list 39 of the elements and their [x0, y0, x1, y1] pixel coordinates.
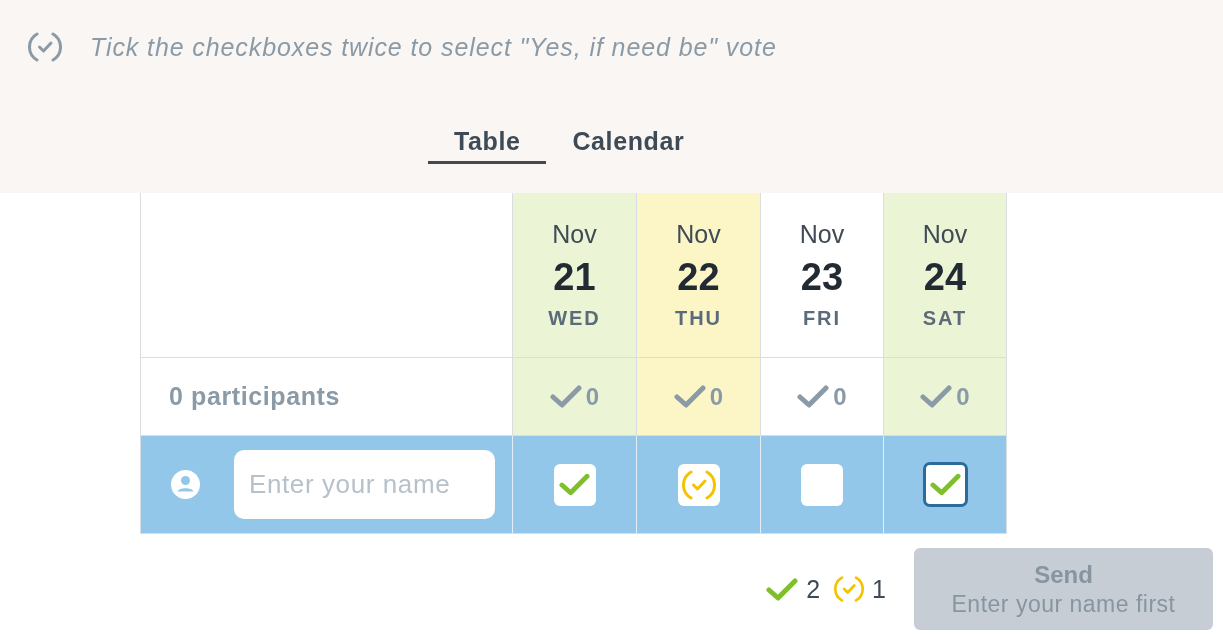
parenthesized-check-icon	[834, 574, 865, 604]
month-label: Nov	[922, 219, 968, 249]
day-number: 22	[677, 255, 720, 299]
vote-checkbox[interactable]	[922, 462, 968, 507]
name-field[interactable]: Enter your name	[234, 450, 495, 519]
hint-text: Tick the checkboxes twice to select "Yes, if need be" vote	[90, 32, 777, 62]
day-number: 21	[553, 255, 596, 299]
vote-checkbox[interactable]	[553, 463, 596, 506]
check-icon	[797, 385, 830, 408]
weekday-label: FRI	[802, 306, 842, 330]
month-label: Nov	[799, 219, 845, 249]
check-icon	[766, 577, 799, 601]
vote-count: 0	[833, 382, 847, 411]
day-number: 24	[923, 255, 967, 299]
vote-total: 1	[872, 574, 886, 604]
day-number: 23	[800, 255, 844, 299]
vote-count: 0	[709, 382, 724, 411]
vote-count: 0	[956, 382, 970, 411]
month-label: Nov	[676, 219, 721, 249]
weekday-label: WED	[548, 306, 601, 330]
check-icon	[929, 473, 961, 496]
weekday-label: SAT	[922, 306, 968, 330]
check-icon	[673, 385, 706, 408]
vote-count: 0	[585, 382, 600, 411]
participants-count: 0 participants	[169, 382, 340, 411]
vote-total: 2	[806, 574, 821, 604]
send-label: Send	[1034, 560, 1093, 589]
view-tab[interactable]: Table	[428, 126, 547, 164]
weekday-label: THU	[674, 306, 723, 330]
send-hint: Enter your name first	[951, 590, 1176, 618]
vote-checkbox[interactable]	[677, 463, 720, 506]
vote-checkbox[interactable]	[801, 463, 843, 506]
parenthesized-check-icon	[28, 30, 62, 64]
check-icon	[559, 473, 590, 496]
view-tab[interactable]: Calendar	[546, 126, 711, 164]
month-label: Nov	[552, 219, 597, 249]
check-icon	[920, 385, 953, 408]
user-icon	[171, 470, 200, 499]
check-icon	[549, 385, 582, 408]
